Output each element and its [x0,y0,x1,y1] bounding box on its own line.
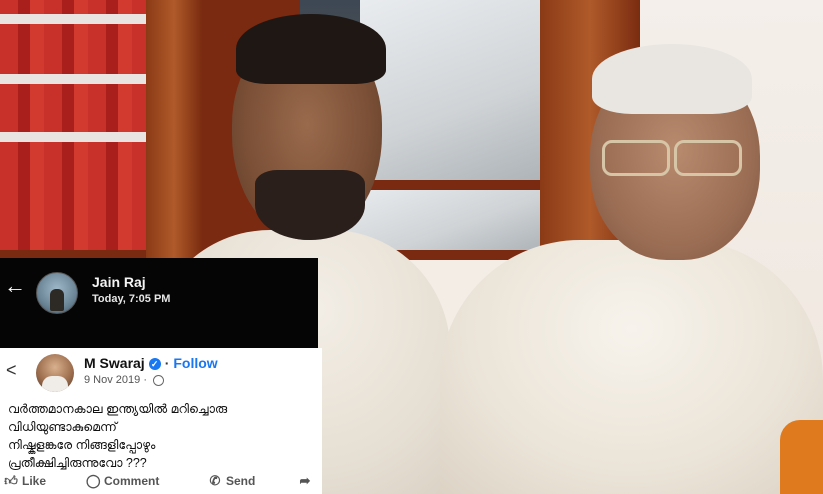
orange-object [780,420,823,494]
person-left-hair [236,14,386,84]
post-text: വർത്തമാനകാല ഇന്ത്യയിൽ മറിച്ചൊരു വിധിയുണ്… [8,402,228,470]
send-button[interactable]: ✆ Send [208,473,256,489]
post-date[interactable]: 9 Nov 2019 · [84,374,150,386]
thumbs-up-icon: 👍︎ [4,473,18,488]
profile-name[interactable]: Jain Raj [92,274,146,290]
window-bar [0,74,150,84]
window-bar [0,132,150,142]
window-pane [360,0,540,180]
avatar[interactable] [36,272,78,314]
send-label: Send [226,474,256,488]
comment-bubble-icon: ◯ [86,473,101,488]
person-right-shirt [440,240,823,494]
person-left-beard [255,170,365,240]
glasses [674,140,742,176]
like-button[interactable]: 👍︎ Like [4,473,47,489]
globe-icon [153,374,165,386]
person-right-hair [592,44,752,114]
messenger-icon: ✆ [209,473,221,488]
glasses [602,140,670,176]
arrow-left-icon[interactable]: ← [4,274,28,298]
profile-header: ← Jain Raj Today, 7:05 PM [0,258,318,348]
post-date-line: 9 Nov 2019 · [84,374,165,386]
timestamp: Today, 7:05 PM [92,293,171,305]
action-bar: 👍︎ Like ◯ Comment ✆ Send ➦ [0,472,322,494]
comment-label: Comment [104,474,160,488]
follow-button[interactable]: Follow [173,355,217,371]
separator: · [164,355,170,371]
author-avatar[interactable] [36,354,74,392]
share-button[interactable]: ➦ [298,474,312,488]
chevron-left-icon[interactable]: < [6,360,17,381]
comment-button[interactable]: ◯ Comment [86,473,160,489]
verified-badge-icon: ✓ [148,358,161,371]
wood-post [146,0,202,260]
red-curtain [0,0,150,250]
like-label: Like [22,474,47,488]
post-screenshot: ← Jain Raj Today, 7:05 PM < M Swaraj ✓ · Fo… [0,258,322,494]
share-arrow-icon: ➦ [299,473,311,488]
window-bar [0,14,150,24]
author-name[interactable]: M Swaraj [84,355,145,371]
post-header: M Swaraj ✓ · Follow [84,355,218,371]
